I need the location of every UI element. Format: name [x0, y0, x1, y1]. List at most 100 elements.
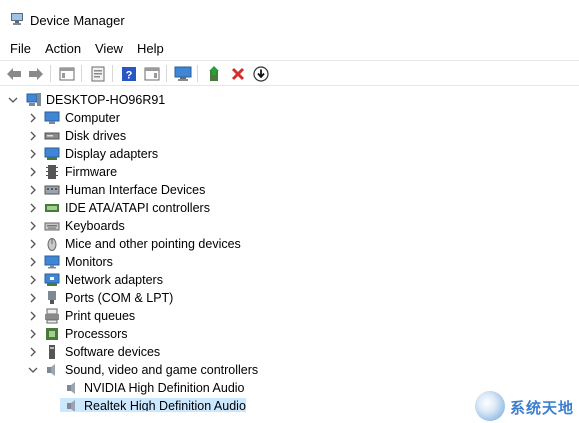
category-label: Mice and other pointing devices	[65, 237, 241, 251]
category-label: Disk drives	[65, 129, 127, 143]
category-label: Display adapters	[65, 147, 159, 161]
chevron-right-icon[interactable]	[28, 293, 38, 303]
show-hide-tree-icon	[59, 67, 75, 80]
watermark-text: 系统天地	[510, 399, 575, 417]
toolbar: ?	[0, 60, 579, 86]
disk-drive-icon	[44, 132, 60, 140]
chevron-right-icon[interactable]	[28, 185, 38, 195]
chevron-right-icon[interactable]	[28, 149, 38, 159]
category-display-adapters[interactable]: Display adapters	[0, 145, 579, 163]
category-human-interface-devices[interactable]: Human Interface Devices	[0, 181, 579, 199]
chevron-right-icon[interactable]	[28, 275, 38, 285]
tree-root[interactable]: DESKTOP-HO96R91	[0, 91, 579, 109]
chevron-down-icon[interactable]	[28, 365, 38, 375]
window-title: Device Manager	[30, 13, 125, 28]
disable-device-button[interactable]	[251, 64, 271, 83]
chevron-right-icon[interactable]	[28, 347, 38, 357]
processor-icon	[46, 328, 58, 340]
chevron-right-icon[interactable]	[28, 113, 38, 123]
monitor-icon	[174, 66, 192, 81]
menu-action[interactable]: Action	[45, 41, 81, 56]
software-device-icon	[49, 345, 55, 359]
keyboard-icon	[44, 222, 60, 231]
toolbar-separator	[81, 65, 82, 82]
show-hide-tree-button[interactable]	[57, 64, 77, 83]
chevron-right-icon[interactable]	[28, 257, 38, 267]
watermark-emblem-icon	[475, 391, 505, 421]
speaker-icon	[67, 382, 75, 394]
category-label: IDE ATA/ATAPI controllers	[65, 201, 210, 215]
category-keyboards[interactable]: Keyboards	[0, 217, 579, 235]
port-icon	[48, 291, 56, 304]
sound-child-label: NVIDIA High Definition Audio	[84, 381, 245, 395]
chevron-down-icon[interactable]	[8, 95, 18, 105]
update-driver-icon	[209, 65, 219, 81]
category-software-devices[interactable]: Software devices	[0, 343, 579, 361]
help-icon: ?	[122, 66, 136, 81]
category-network-adapters[interactable]: Network adapters	[0, 271, 579, 289]
sound-child-label: Realtek High Definition Audio	[84, 399, 246, 411]
category-monitors[interactable]: Monitors	[0, 253, 579, 271]
category-label: Processors	[65, 327, 128, 341]
chevron-right-icon[interactable]	[28, 239, 38, 249]
chevron-right-icon[interactable]	[28, 311, 38, 321]
chevron-right-icon[interactable]	[28, 203, 38, 213]
menu-bar: File Action View Help	[0, 36, 579, 60]
category-sound-video-and-game-controllers[interactable]: Sound, video and game controllers	[0, 361, 579, 379]
ide-controller-icon	[45, 204, 59, 212]
category-label: Network adapters	[65, 273, 163, 287]
category-print-queues[interactable]: Print queues	[0, 307, 579, 325]
category-ide-ata-atapi-controllers[interactable]: IDE ATA/ATAPI controllers	[0, 199, 579, 217]
title-bar: Device Manager	[0, 0, 579, 36]
chevron-right-icon[interactable]	[28, 329, 38, 339]
category-label: Monitors	[65, 255, 113, 269]
update-driver-button[interactable]	[204, 64, 224, 83]
properties-button[interactable]	[88, 64, 108, 83]
hid-icon	[44, 185, 60, 195]
uninstall-icon	[231, 67, 245, 80]
chevron-right-icon[interactable]	[28, 221, 38, 231]
category-disk-drives[interactable]: Disk drives	[0, 127, 579, 145]
uninstall-button[interactable]	[228, 64, 248, 83]
computer-root-icon	[26, 93, 41, 106]
device-tree: DESKTOP-HO96R91 Computer Disk drives Displ…	[0, 88, 579, 423]
monitor-icon	[44, 255, 60, 269]
root-label: DESKTOP-HO96R91	[46, 93, 166, 107]
chevron-right-icon[interactable]	[28, 131, 38, 141]
properties-icon	[91, 66, 105, 81]
menu-file[interactable]: File	[10, 41, 31, 56]
download-icon	[253, 65, 269, 82]
chevron-right-icon[interactable]	[28, 167, 38, 177]
computer-icon	[44, 111, 60, 124]
toolbar-separator	[112, 65, 113, 82]
toolbar-separator	[197, 65, 198, 82]
toolbar-separator	[166, 65, 167, 82]
back-icon	[7, 67, 21, 80]
forward-button[interactable]	[26, 64, 46, 83]
back-button[interactable]	[4, 64, 24, 83]
forward-icon	[29, 67, 43, 80]
category-label: Software devices	[65, 345, 161, 359]
mouse-icon	[47, 238, 57, 251]
category-computer[interactable]: Computer	[0, 109, 579, 127]
category-processors[interactable]: Processors	[0, 325, 579, 343]
category-firmware[interactable]: Firmware	[0, 163, 579, 181]
menu-help[interactable]: Help	[137, 41, 164, 56]
category-mice-and-other-pointing-devices[interactable]: Mice and other pointing devices	[0, 235, 579, 253]
help-button[interactable]: ?	[119, 64, 139, 83]
scan-hardware-button[interactable]	[173, 64, 193, 83]
category-ports-com-lpt[interactable]: Ports (COM & LPT)	[0, 289, 579, 307]
category-label: Human Interface Devices	[65, 183, 206, 197]
display-adapter-icon	[44, 147, 60, 160]
speaker-icon	[47, 364, 55, 376]
menu-view[interactable]: View	[95, 41, 123, 56]
printer-icon	[45, 308, 59, 324]
firmware-icon	[46, 165, 58, 179]
category-label: Print queues	[65, 309, 136, 323]
category-label: Sound, video and game controllers	[65, 363, 259, 377]
action-pane-button[interactable]	[142, 64, 162, 83]
category-label: Ports (COM & LPT)	[65, 291, 174, 305]
device-manager-icon	[11, 13, 23, 25]
speaker-icon	[67, 400, 75, 411]
category-label: Computer	[65, 111, 120, 125]
